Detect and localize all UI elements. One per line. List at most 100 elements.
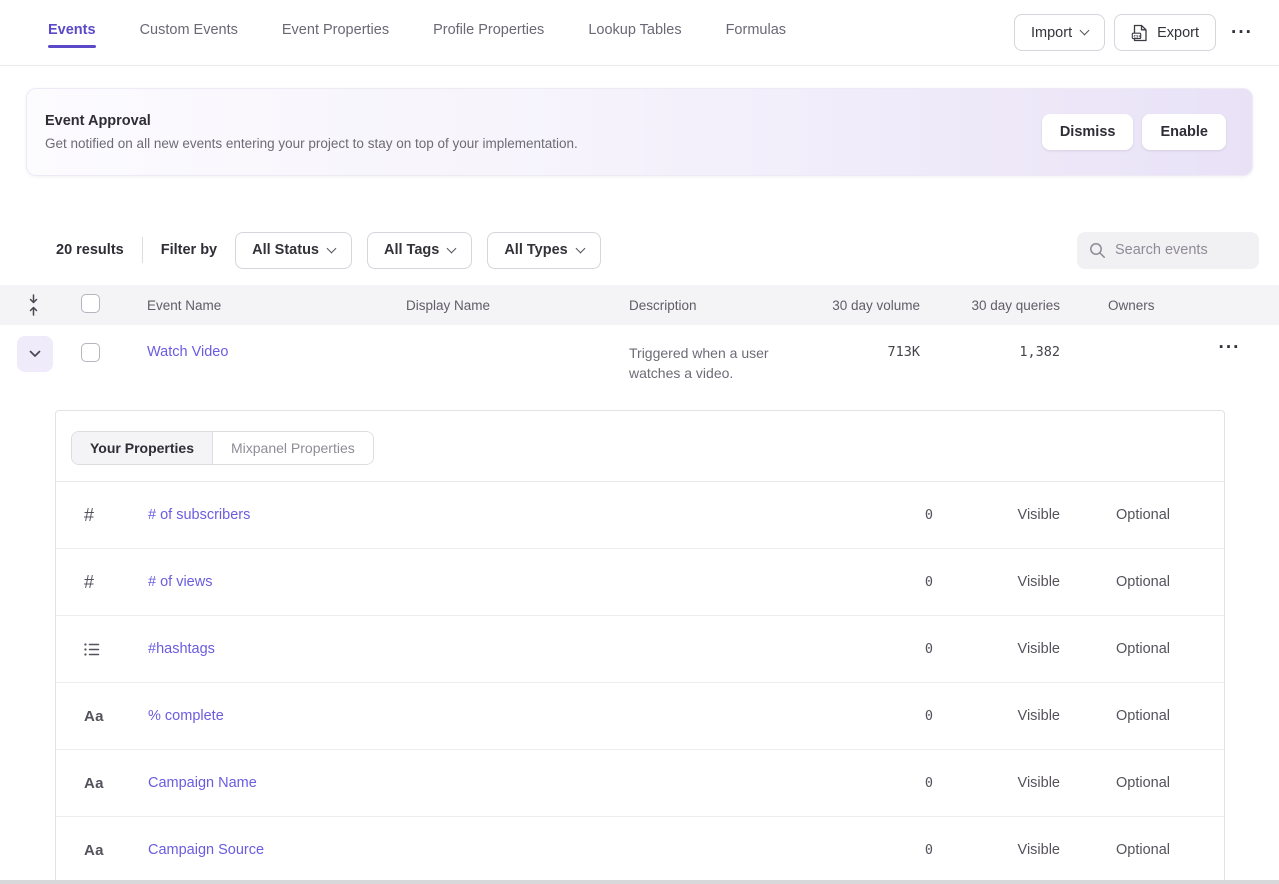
scrollbar-track[interactable] bbox=[0, 880, 1279, 884]
column-header-display-name[interactable]: Display Name bbox=[406, 298, 629, 313]
property-name-link[interactable]: # of views bbox=[148, 574, 833, 590]
column-header-description[interactable]: Description bbox=[629, 298, 829, 313]
ellipsis-icon bbox=[1219, 341, 1241, 356]
banner-title: Event Approval bbox=[45, 113, 578, 129]
banner-text: Event Approval Get notified on all new e… bbox=[45, 113, 578, 151]
results-count: 20 results bbox=[56, 242, 124, 258]
more-menu-button[interactable] bbox=[1225, 20, 1259, 46]
chevron-down-icon bbox=[327, 243, 337, 253]
property-row: % complete 0 Visible Optional bbox=[56, 683, 1224, 750]
row-more-menu-button[interactable] bbox=[1213, 335, 1247, 361]
tab-lookup-tables[interactable]: Lookup Tables bbox=[588, 0, 681, 48]
enable-button[interactable]: Enable bbox=[1142, 114, 1226, 150]
select-all-checkbox[interactable] bbox=[81, 294, 100, 313]
property-requirement: Optional bbox=[1060, 708, 1170, 724]
property-name-link[interactable]: % complete bbox=[148, 708, 833, 724]
events-table-header: Event Name Display Name Description 30 d… bbox=[0, 285, 1279, 325]
ellipsis-icon bbox=[1231, 26, 1253, 41]
property-visibility: Visible bbox=[933, 775, 1060, 791]
property-value: 0 bbox=[833, 775, 933, 791]
status-filter-dropdown[interactable]: All Status bbox=[235, 232, 352, 269]
property-row: Campaign Name 0 Visible Optional bbox=[56, 750, 1224, 817]
tags-filter-dropdown[interactable]: All Tags bbox=[367, 232, 472, 269]
csv-file-icon: csv bbox=[1131, 24, 1148, 42]
property-value: 0 bbox=[833, 574, 933, 590]
collapse-all-icon bbox=[27, 294, 40, 316]
export-button-label: Export bbox=[1157, 25, 1199, 41]
property-value: 0 bbox=[833, 507, 933, 523]
property-row: # of views 0 Visible Optional bbox=[56, 549, 1224, 616]
filter-by-label: Filter by bbox=[161, 242, 217, 258]
property-visibility: Visible bbox=[933, 574, 1060, 590]
event-name-link[interactable]: Watch Video bbox=[147, 325, 406, 360]
row-checkbox[interactable] bbox=[81, 343, 100, 362]
property-row: # of subscribers 0 Visible Optional bbox=[56, 482, 1224, 549]
svg-text:csv: csv bbox=[1133, 34, 1141, 39]
property-requirement: Optional bbox=[1060, 507, 1170, 523]
tab-custom-events[interactable]: Custom Events bbox=[140, 0, 238, 48]
types-filter-label: All Types bbox=[504, 242, 567, 258]
tab-your-properties[interactable]: Your Properties bbox=[72, 432, 212, 464]
text-type-icon bbox=[84, 775, 148, 792]
chevron-down-icon bbox=[1080, 26, 1090, 36]
list-type-icon bbox=[84, 643, 148, 656]
tab-mixpanel-properties[interactable]: Mixpanel Properties bbox=[212, 432, 373, 464]
text-type-icon bbox=[84, 842, 148, 859]
search-input[interactable] bbox=[1115, 242, 1247, 258]
property-value: 0 bbox=[833, 708, 933, 724]
property-visibility: Visible bbox=[933, 708, 1060, 724]
dismiss-button[interactable]: Dismiss bbox=[1042, 114, 1134, 150]
banner-actions: Dismiss Enable bbox=[1042, 114, 1226, 150]
property-name-link[interactable]: #hashtags bbox=[148, 641, 833, 657]
text-type-icon bbox=[84, 708, 148, 725]
chevron-down-icon bbox=[575, 243, 585, 253]
property-name-link[interactable]: Campaign Name bbox=[148, 775, 833, 791]
column-header-event-name[interactable]: Event Name bbox=[147, 298, 406, 313]
status-filter-label: All Status bbox=[252, 242, 319, 258]
banner-description: Get notified on all new events entering … bbox=[45, 136, 578, 151]
property-row: #hashtags 0 Visible Optional bbox=[56, 616, 1224, 683]
divider bbox=[142, 237, 143, 263]
event-volume: 713K bbox=[829, 325, 920, 360]
collapse-row-button[interactable] bbox=[17, 336, 53, 372]
tab-events[interactable]: Events bbox=[48, 0, 96, 48]
chevron-down-icon bbox=[447, 243, 457, 253]
search-icon bbox=[1089, 242, 1106, 259]
property-visibility: Visible bbox=[933, 507, 1060, 523]
property-name-link[interactable]: # of subscribers bbox=[148, 507, 833, 523]
property-requirement: Optional bbox=[1060, 641, 1170, 657]
tags-filter-label: All Tags bbox=[384, 242, 439, 258]
collapse-all-button[interactable] bbox=[0, 294, 66, 316]
column-header-queries[interactable]: 30 day queries bbox=[920, 298, 1060, 313]
tab-formulas[interactable]: Formulas bbox=[726, 0, 786, 48]
event-queries: 1,382 bbox=[920, 325, 1060, 360]
property-value: 0 bbox=[833, 842, 933, 858]
filter-bar: 20 results Filter by All Status All Tags… bbox=[56, 228, 1259, 272]
property-requirement: Optional bbox=[1060, 775, 1170, 791]
properties-tab-switcher: Your Properties Mixpanel Properties bbox=[71, 431, 374, 465]
export-button[interactable]: csv Export bbox=[1114, 14, 1216, 51]
tab-profile-properties[interactable]: Profile Properties bbox=[433, 0, 544, 48]
column-header-volume[interactable]: 30 day volume bbox=[829, 298, 920, 313]
number-type-icon bbox=[84, 505, 148, 526]
column-header-owners[interactable]: Owners bbox=[1060, 298, 1180, 313]
types-filter-dropdown[interactable]: All Types bbox=[487, 232, 600, 269]
property-visibility: Visible bbox=[933, 641, 1060, 657]
nav-actions: Import csv Export bbox=[1014, 14, 1259, 51]
chevron-down-icon bbox=[29, 350, 41, 358]
import-button[interactable]: Import bbox=[1014, 14, 1105, 51]
nav-tabs: Events Custom Events Event Properties Pr… bbox=[48, 0, 786, 65]
property-value: 0 bbox=[833, 641, 933, 657]
top-nav: Events Custom Events Event Properties Pr… bbox=[0, 0, 1279, 66]
property-requirement: Optional bbox=[1060, 842, 1170, 858]
event-description: Triggered when a user watches a video. bbox=[629, 325, 787, 383]
property-visibility: Visible bbox=[933, 842, 1060, 858]
event-row-watch-video: Watch Video Triggered when a user watche… bbox=[0, 325, 1279, 410]
number-type-icon bbox=[84, 572, 148, 593]
event-approval-banner: Event Approval Get notified on all new e… bbox=[26, 88, 1253, 176]
property-name-link[interactable]: Campaign Source bbox=[148, 842, 833, 858]
import-button-label: Import bbox=[1031, 25, 1072, 41]
tab-event-properties[interactable]: Event Properties bbox=[282, 0, 389, 48]
property-row: Campaign Source 0 Visible Optional bbox=[56, 817, 1224, 884]
properties-panel: Your Properties Mixpanel Properties # of… bbox=[55, 410, 1225, 884]
